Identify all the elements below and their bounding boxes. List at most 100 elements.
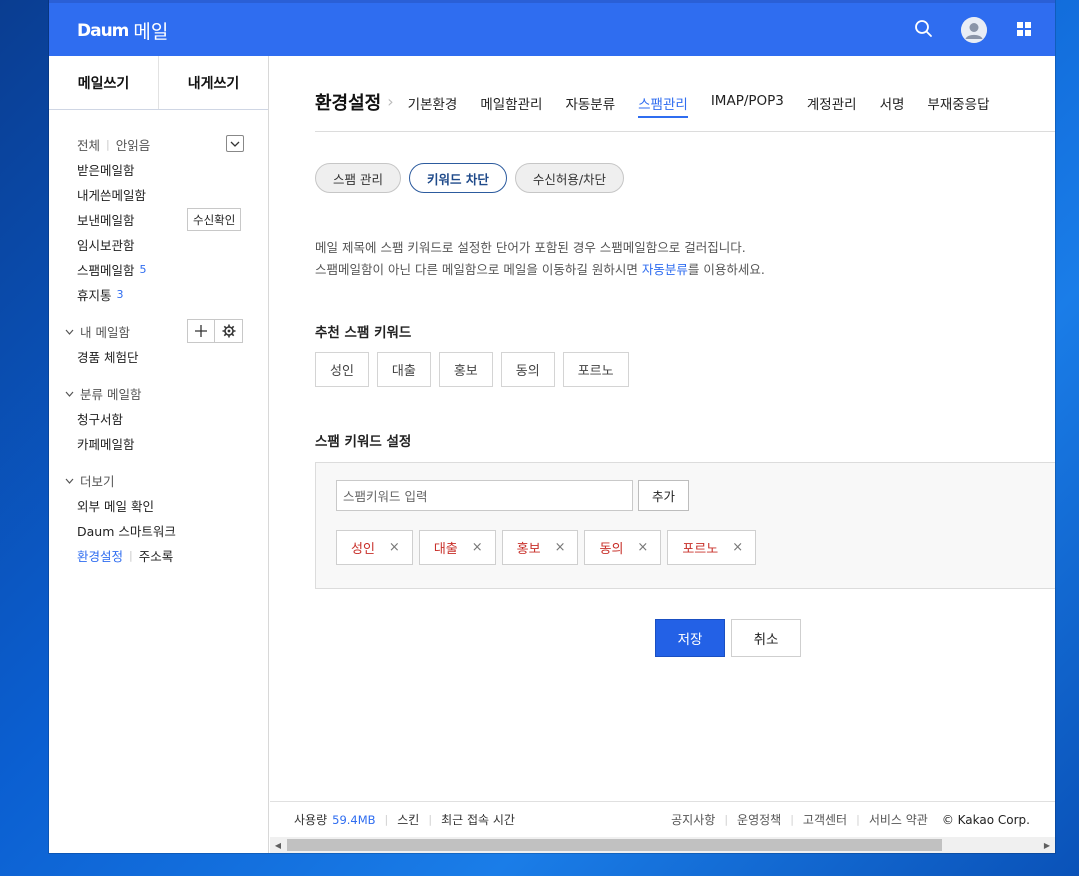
keyword-chip: 포르노 × bbox=[667, 530, 757, 565]
my-mailbox-tools bbox=[187, 319, 243, 343]
notice-link[interactable]: 공지사항 bbox=[671, 811, 715, 828]
sidebar-item-drafts[interactable]: 임시보관함 bbox=[49, 232, 268, 257]
subtab-allow-block[interactable]: 수신허용/차단 bbox=[514, 163, 625, 193]
settings-main: 환경설정 › 기본환경 메일함관리 자동분류 스팸관리 IMAP/POP3 계정… bbox=[270, 56, 1055, 802]
tab-spam-manage[interactable]: 스팸관리 bbox=[638, 93, 688, 118]
mailbox-settings-button[interactable] bbox=[215, 319, 243, 343]
sidebar-item-smartwork[interactable]: Daum 스마트워크 bbox=[49, 518, 268, 543]
sidebar-item-bills[interactable]: 청구서함 bbox=[49, 406, 268, 431]
policy-link[interactable]: 운영정책 bbox=[737, 811, 781, 828]
filter-all-link[interactable]: 전체 bbox=[77, 135, 100, 154]
keyword-chip: 대출 × bbox=[418, 530, 496, 565]
compose-row: 메일쓰기 내게쓰기 bbox=[49, 56, 268, 110]
sidebar-item-settings[interactable]: 환경설정 bbox=[77, 546, 123, 565]
tab-auto-reply[interactable]: 부재중응답 bbox=[927, 93, 989, 116]
read-receipt-button[interactable]: 수신확인 bbox=[187, 208, 242, 231]
support-link[interactable]: 고객센터 bbox=[803, 811, 847, 828]
sidebar-item-label: 청구서함 bbox=[77, 412, 124, 427]
logo-daum-text: Daum bbox=[77, 20, 129, 41]
recommended-keyword[interactable]: 성인 bbox=[315, 352, 369, 387]
close-icon[interactable]: × bbox=[389, 540, 400, 555]
keyword-chip: 성인 × bbox=[336, 530, 413, 565]
settings-tabs: 환경설정 › 기본환경 메일함관리 자동분류 스팸관리 IMAP/POP3 계정… bbox=[315, 84, 1055, 132]
footer: 사용량 59.4MB | 스킨 | 최근 접속 시간 공지사항 | 운영정책 |… bbox=[270, 801, 1055, 837]
copyright: © Kakao Corp. bbox=[941, 812, 1030, 827]
sidebar-item-external-mail[interactable]: 외부 메일 확인 bbox=[49, 493, 268, 518]
tab-mailbox-manage[interactable]: 메일함관리 bbox=[480, 93, 542, 116]
keyword-settings-panel: 스팸키워드 입력 추가 성인 × 대출 × 홍보 × 동의 × 포르노 × bbox=[315, 462, 1055, 589]
add-keyword-button[interactable]: 추가 bbox=[638, 480, 689, 511]
compose-button[interactable]: 메일쓰기 bbox=[49, 56, 158, 109]
terms-link[interactable]: 서비스 약관 bbox=[869, 811, 928, 828]
sidebar-item-label: 받은메일함 bbox=[77, 163, 135, 178]
save-button[interactable]: 저장 bbox=[655, 619, 725, 657]
keyword-chip-label: 포르노 bbox=[682, 542, 719, 557]
sidebar-item-inbox[interactable]: 받은메일함 bbox=[49, 157, 268, 182]
horizontal-scrollbar[interactable]: ◀ ▶ bbox=[270, 837, 1055, 853]
browser-window: Daum 메일 메일쓰기 내게쓰기 전체 | 안읽음 받은메일함 내게쓴메일함 … bbox=[49, 0, 1055, 853]
section-category-mailbox[interactable]: 분류 메일함 bbox=[49, 381, 268, 406]
tab-imap-pop3[interactable]: IMAP/POP3 bbox=[711, 93, 784, 112]
keyword-chip-label: 동의 bbox=[599, 542, 624, 557]
tab-auto-sort[interactable]: 자동분류 bbox=[565, 93, 615, 116]
keyword-chip-label: 대출 bbox=[433, 542, 458, 557]
close-icon[interactable]: × bbox=[637, 540, 648, 555]
sidebar: 메일쓰기 내게쓰기 전체 | 안읽음 받은메일함 내게쓴메일함 보낸메일함 수신… bbox=[49, 56, 269, 853]
sidebar-item-spam[interactable]: 스팸메일함 5 bbox=[49, 257, 268, 282]
scroll-left-icon[interactable]: ◀ bbox=[270, 837, 286, 853]
section-label: 분류 메일함 bbox=[80, 387, 142, 402]
gear-icon bbox=[222, 324, 235, 338]
skin-link[interactable]: 스킨 bbox=[397, 811, 419, 828]
chevron-down-icon bbox=[65, 478, 74, 484]
recommended-keyword[interactable]: 동의 bbox=[500, 352, 555, 387]
subtab-keyword-block[interactable]: 키워드 차단 bbox=[408, 163, 507, 193]
close-icon[interactable]: × bbox=[555, 540, 566, 555]
sidebar-item-my-mailbox[interactable]: 경품 체험단 bbox=[49, 344, 268, 369]
chevron-right-icon: › bbox=[387, 92, 394, 111]
sidebar-item-label: 스팸메일함 bbox=[77, 263, 135, 278]
section-more[interactable]: 더보기 bbox=[49, 468, 268, 493]
recent-access-link[interactable]: 최근 접속 시간 bbox=[441, 811, 515, 828]
logo-mail-text: 메일 bbox=[133, 21, 169, 43]
scrollbar-thumb[interactable] bbox=[287, 839, 942, 851]
chevron-down-icon bbox=[65, 329, 74, 335]
apps-grid-icon[interactable] bbox=[1011, 16, 1037, 42]
sidebar-item-label: 카페메일함 bbox=[77, 437, 135, 452]
scroll-right-icon[interactable]: ▶ bbox=[1039, 837, 1055, 853]
section-my-mailbox[interactable]: 내 메일함 bbox=[49, 319, 268, 344]
write-to-self-button[interactable]: 내게쓰기 bbox=[158, 56, 268, 109]
keyword-settings-title: 스팸 키워드 설정 bbox=[315, 434, 412, 450]
close-icon[interactable]: × bbox=[732, 540, 743, 555]
sidebar-item-self-box[interactable]: 내게쓴메일함 bbox=[49, 182, 268, 207]
filter-unread-link[interactable]: 안읽음 bbox=[116, 135, 151, 154]
trash-count-badge: 3 bbox=[116, 288, 124, 301]
recommended-keywords-title: 추천 스팸 키워드 bbox=[315, 325, 412, 341]
keyword-chip: 홍보 × bbox=[501, 530, 579, 565]
subtab-spam-manage[interactable]: 스팸 관리 bbox=[315, 163, 401, 193]
close-icon[interactable]: × bbox=[472, 540, 483, 555]
daum-mail-logo[interactable]: Daum 메일 bbox=[77, 17, 168, 44]
add-mailbox-button[interactable] bbox=[187, 319, 215, 343]
tab-basic[interactable]: 기본환경 bbox=[408, 93, 458, 116]
sidebar-item-cafe[interactable]: 카페메일함 bbox=[49, 431, 268, 456]
description-line-1: 메일 제목에 스팸 키워드로 설정한 단어가 포함된 경우 스팸메일함으로 걸러… bbox=[315, 240, 746, 255]
keyword-chips: 성인 × 대출 × 홍보 × 동의 × 포르노 × bbox=[336, 530, 762, 565]
keyword-input[interactable]: 스팸키워드 입력 bbox=[336, 480, 633, 511]
profile-avatar-icon[interactable] bbox=[961, 17, 987, 43]
usage-value: 59.4MB bbox=[332, 812, 376, 827]
tab-signature[interactable]: 서명 bbox=[880, 93, 905, 116]
top-header: Daum 메일 bbox=[49, 0, 1055, 56]
sidebar-item-contacts[interactable]: 주소록 bbox=[139, 546, 174, 565]
search-icon[interactable] bbox=[911, 16, 937, 42]
recommended-keyword[interactable]: 포르노 bbox=[562, 352, 629, 387]
recommended-keyword[interactable]: 홍보 bbox=[438, 352, 493, 387]
sidebar-item-trash[interactable]: 휴지통 3 bbox=[49, 282, 268, 307]
sidebar-item-sent[interactable]: 보낸메일함 수신확인 bbox=[49, 207, 268, 232]
sidebar-item-label: 외부 메일 확인 bbox=[77, 499, 154, 514]
auto-sort-link[interactable]: 자동분류 bbox=[642, 262, 688, 277]
tab-account[interactable]: 계정관리 bbox=[807, 93, 857, 116]
cancel-button[interactable]: 취소 bbox=[731, 619, 801, 657]
recommended-keyword[interactable]: 대출 bbox=[376, 352, 431, 387]
chevron-down-icon bbox=[230, 141, 240, 147]
mailbox-dropdown-button[interactable] bbox=[226, 135, 244, 152]
